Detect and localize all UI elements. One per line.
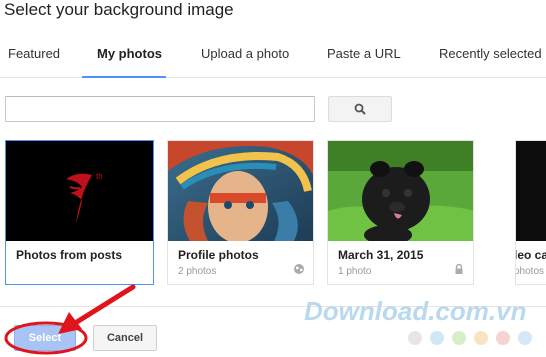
cancel-button[interactable]: Cancel — [93, 325, 157, 351]
watermark-dot — [496, 331, 510, 345]
dialog-title: Select your background image — [4, 0, 234, 19]
watermark-dot — [452, 331, 466, 345]
watermark-dot — [430, 331, 444, 345]
watermark-text: Download.com.vn — [304, 296, 527, 326]
active-tab-indicator — [82, 76, 166, 78]
album-card-photos-from-posts[interactable]: th Photos from posts — [5, 140, 154, 285]
search-button[interactable] — [328, 96, 392, 122]
select-button[interactable]: Select — [14, 325, 76, 351]
watermark-dots — [408, 331, 540, 347]
album-card-partial[interactable]: leo ca photos — [515, 140, 546, 285]
album-title: Profile photos — [178, 248, 259, 262]
album-title: Photos from posts — [16, 248, 123, 262]
album-title: March 31, 2015 — [338, 248, 424, 262]
album-thumbnail: th — [6, 141, 153, 241]
search-icon — [354, 103, 366, 115]
svg-text:th: th — [96, 172, 103, 181]
lock-icon — [455, 263, 463, 274]
tab-my-photos[interactable]: My photos — [97, 46, 162, 61]
search-input[interactable] — [5, 96, 315, 122]
watermark-dot — [518, 331, 532, 345]
watermark-dot — [474, 331, 488, 345]
album-card-march-31-2015[interactable]: March 31, 2015 1 photo — [327, 140, 474, 285]
watermark-dot — [408, 331, 422, 345]
tab-paste-a-url[interactable]: Paste a URL — [327, 46, 401, 61]
album-card-profile-photos[interactable]: Profile photos 2 photos — [167, 140, 314, 285]
album-thumbnail — [328, 141, 473, 241]
tab-bar: Featured My photos Upload a photo Paste … — [0, 36, 546, 78]
album-photo-count: 1 photo — [338, 266, 372, 277]
album-thumbnail — [516, 141, 546, 241]
album-photo-count: 2 photos — [178, 266, 217, 277]
tab-recently-selected[interactable]: Recently selected — [439, 46, 542, 61]
album-title: leo ca — [515, 248, 546, 262]
tab-upload-a-photo[interactable]: Upload a photo — [201, 46, 289, 61]
globe-icon — [294, 264, 304, 274]
tab-featured[interactable]: Featured — [8, 46, 60, 61]
album-photo-count: photos — [515, 266, 545, 277]
album-thumbnail — [168, 141, 313, 241]
